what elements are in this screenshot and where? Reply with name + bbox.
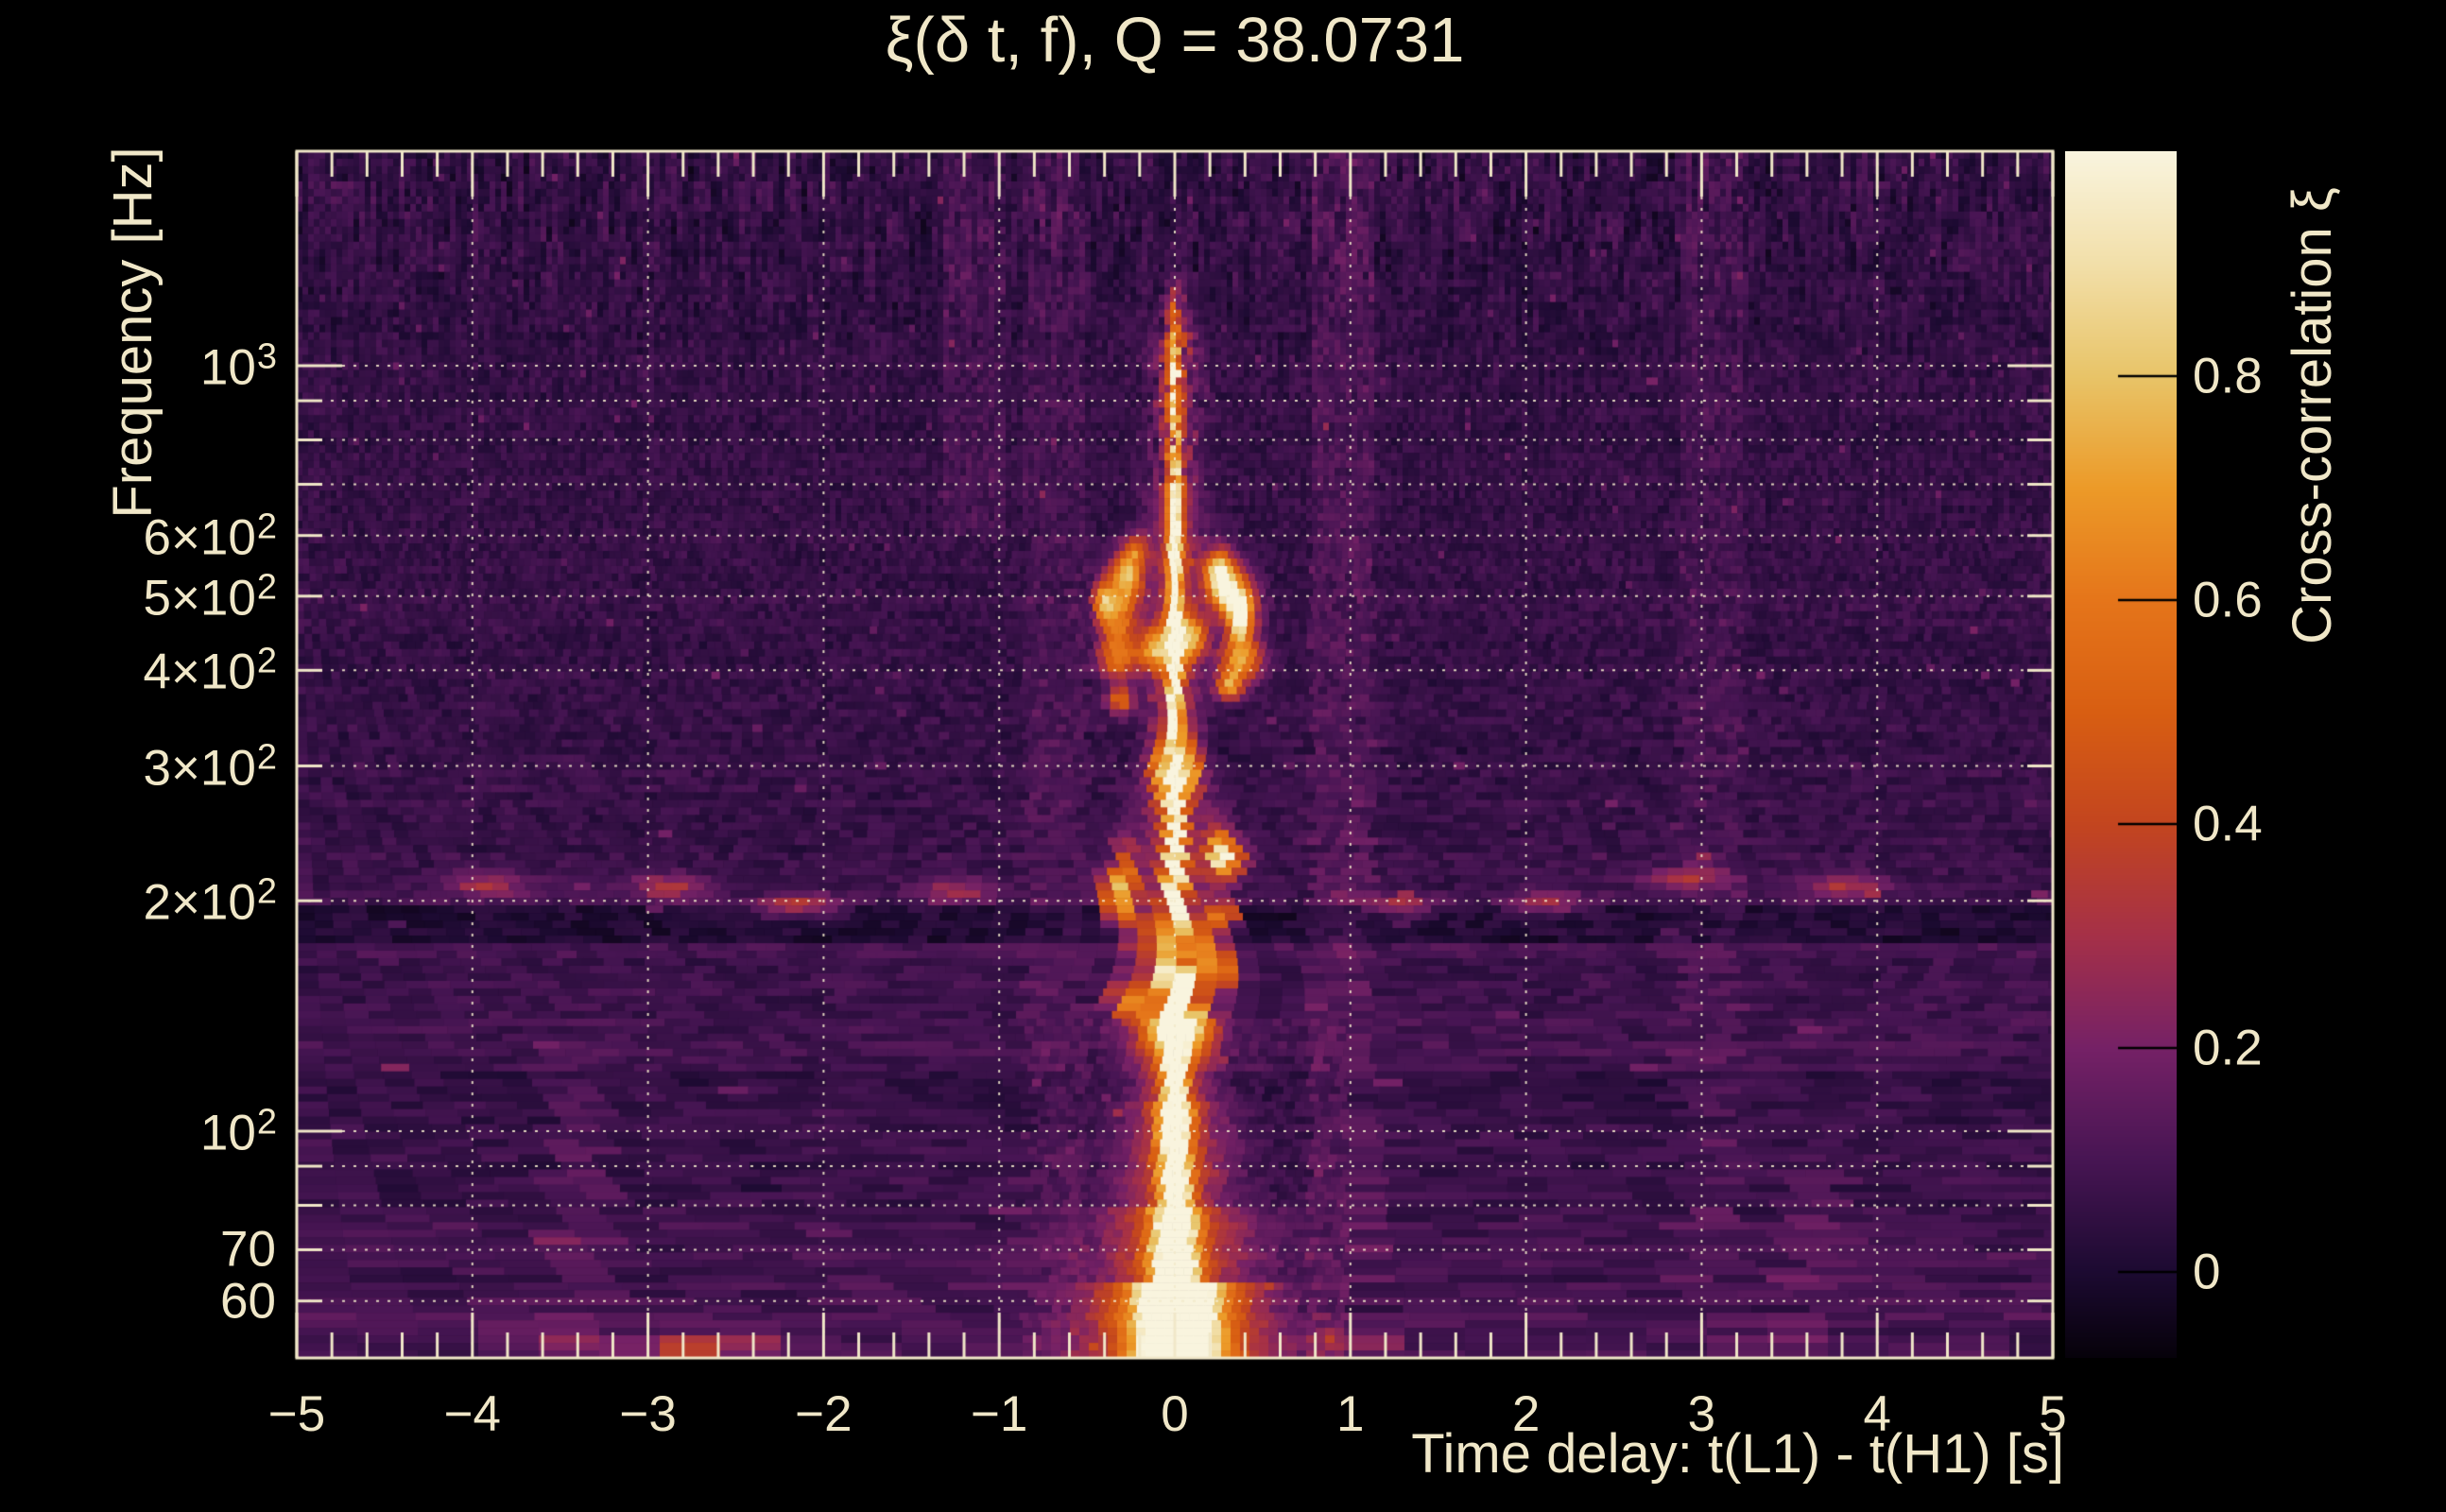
x-tick-label: −3 bbox=[619, 1386, 677, 1442]
colorbar-title: Cross-correlation ξ bbox=[2282, 187, 2343, 644]
x-tick-label: 5 bbox=[2039, 1386, 2067, 1442]
colorbar-tick-label: 0 bbox=[2193, 1244, 2221, 1300]
x-tick-label: 0 bbox=[1161, 1386, 1189, 1442]
qscan-cross-correlation-figure: ξ(δ t, f), Q = 38.0731 Frequency [Hz] Ti… bbox=[0, 0, 2446, 1512]
x-tick-label: −2 bbox=[795, 1386, 853, 1442]
x-tick-label: −4 bbox=[443, 1386, 502, 1442]
x-tick-label: −1 bbox=[970, 1386, 1028, 1442]
chart-title: ξ(δ t, f), Q = 38.0731 bbox=[885, 5, 1465, 76]
y-tick-label: 3×102 bbox=[143, 737, 277, 796]
x-tick-label: 1 bbox=[1336, 1386, 1365, 1442]
y-tick-label: 2×102 bbox=[143, 871, 277, 931]
y-tick-label: 6×102 bbox=[143, 507, 277, 566]
y-tick-label: 5×102 bbox=[143, 567, 277, 627]
y-tick-label: 60 bbox=[220, 1273, 276, 1330]
x-tick-label: 3 bbox=[1687, 1386, 1716, 1442]
x-axis-title: Time delay: t(L1) - t(H1) [s] bbox=[1411, 1423, 2064, 1485]
y-tick-label: 102 bbox=[199, 1102, 277, 1161]
y-tick-label: 70 bbox=[220, 1221, 276, 1278]
y-tick-label: 4×102 bbox=[143, 642, 277, 700]
colorbar-tick-label: 0.6 bbox=[2193, 572, 2263, 628]
x-tick-label: −5 bbox=[267, 1386, 326, 1442]
colorbar-tick-label: 0.8 bbox=[2193, 348, 2263, 404]
y-tick-label: 103 bbox=[199, 336, 277, 396]
x-tick-label: 4 bbox=[1863, 1386, 1891, 1442]
colorbar-tick-label: 0.2 bbox=[2193, 1020, 2263, 1076]
axes-overlay-canvas bbox=[0, 0, 2446, 1512]
x-tick-label: 2 bbox=[1511, 1386, 1541, 1442]
colorbar-tick-label: 0.4 bbox=[2193, 796, 2263, 852]
